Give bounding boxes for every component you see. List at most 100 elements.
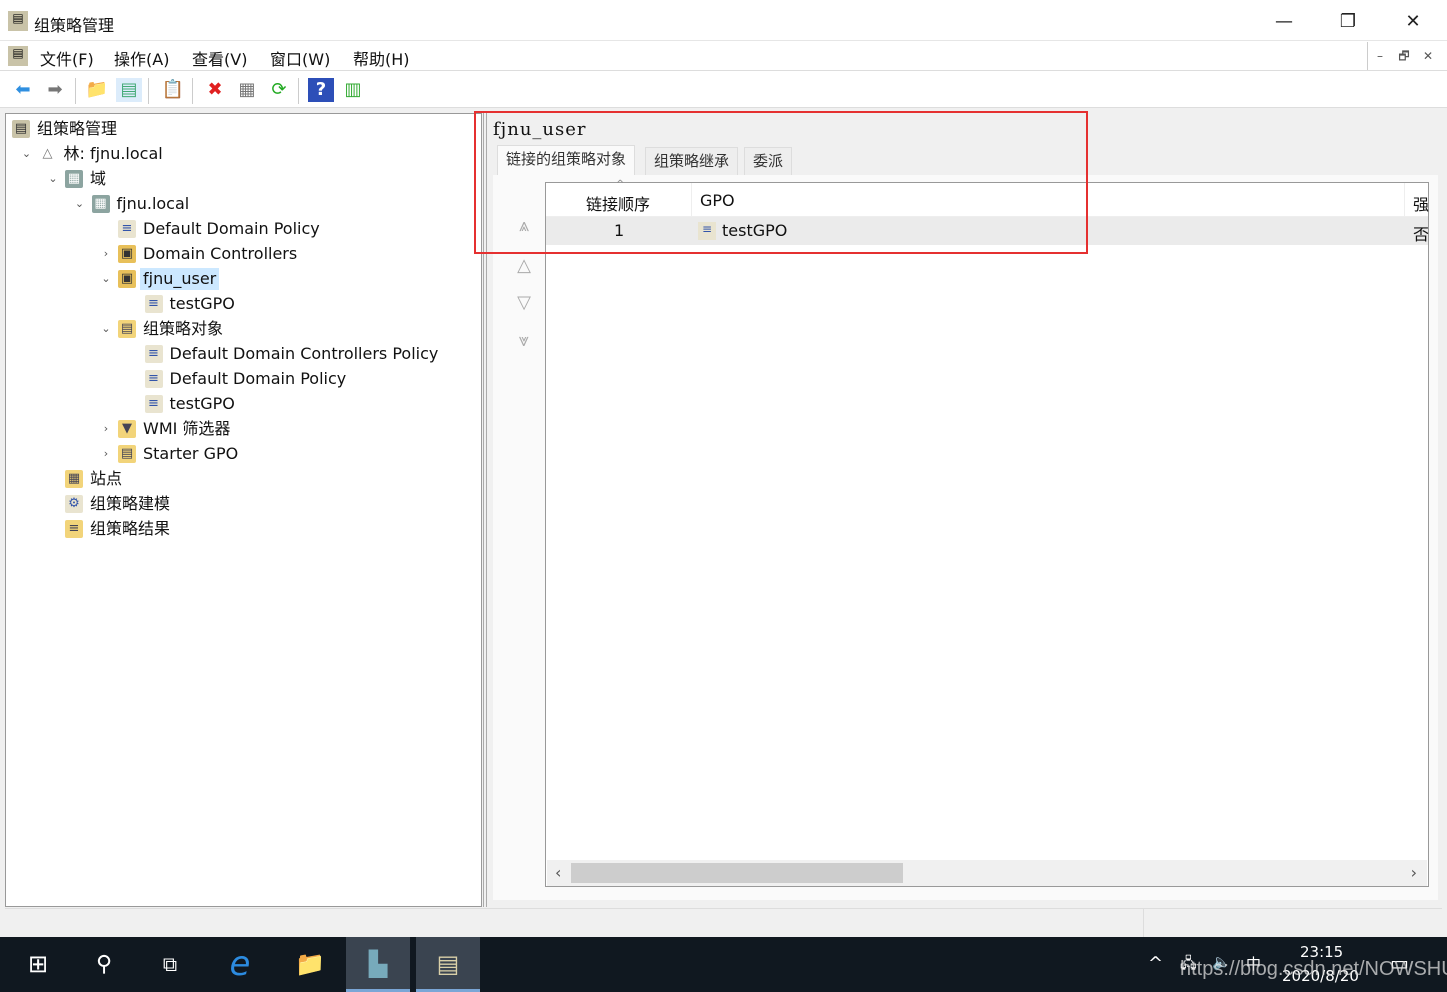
fold-icon: ≡ — [65, 520, 83, 538]
chevron-down-icon[interactable]: ⌄ — [21, 143, 33, 165]
server-manager-button[interactable]: ▙ — [346, 937, 410, 992]
fold-icon: ▦ — [65, 470, 83, 488]
tree-node-label: testGPO — [169, 294, 235, 313]
tree-node[interactable]: ▦ 站点 — [6, 468, 476, 490]
fold-icon: ▼ — [118, 420, 136, 438]
tree-node-label: Domain Controllers — [143, 244, 298, 263]
up-folder-icon[interactable]: 📁 — [84, 78, 110, 102]
tree-node[interactable]: ≡ Default Domain Policy — [6, 368, 476, 390]
gpm-icon: ▤ — [12, 120, 30, 138]
action-pane-icon[interactable]: ▥ — [340, 78, 366, 102]
tree-node[interactable]: ≡ 组策略结果 — [6, 518, 476, 540]
scrollbar-thumb[interactable] — [571, 863, 903, 883]
tree-node[interactable]: ⌄ △ 林: fjnu.local — [6, 143, 476, 165]
help-icon[interactable]: ? — [308, 78, 334, 102]
forest-icon: △ — [42, 146, 53, 161]
back-icon[interactable]: ⬅ — [10, 78, 36, 102]
start-button[interactable]: ⊞ — [6, 937, 70, 992]
dom-icon: ▦ — [91, 195, 110, 213]
chevron-right-icon[interactable]: › — [100, 243, 112, 265]
tree-node-label: Default Domain Policy — [143, 219, 320, 238]
chevron-right-icon[interactable]: › — [100, 443, 112, 465]
tree-node-label: 域 — [90, 169, 107, 188]
tree-node-label: Starter GPO — [143, 444, 239, 463]
cell-enforced: 否 — [1413, 225, 1430, 244]
minimize-button[interactable]: — — [1264, 8, 1304, 36]
maximize-button[interactable]: ❐ — [1328, 8, 1368, 36]
search-button[interactable]: ⚲ — [72, 937, 136, 992]
fold-icon: ▤ — [118, 320, 136, 338]
menu-action[interactable]: 操作(A) — [114, 46, 169, 70]
tree-node[interactable]: ⌄ ▦ 域 — [6, 168, 476, 190]
highlight-box — [474, 111, 1088, 254]
gpm-taskbar-button[interactable]: ▤ — [416, 937, 480, 992]
gpo-icon: ≡ — [144, 345, 163, 363]
file-explorer-button[interactable]: 📁 — [278, 937, 342, 992]
menu-bar: ▤ 文件(F) 操作(A) 查看(V) 窗口(W) 帮助(H) — [0, 40, 1447, 71]
scroll-left-button[interactable]: ‹ — [555, 863, 561, 882]
tree-node[interactable]: ▤ 组策略管理 — [6, 118, 476, 140]
system-menu-icon[interactable]: ▤ — [8, 46, 28, 66]
clipboard-icon[interactable]: 📋 — [160, 78, 186, 102]
tree-node[interactable]: ⌄ ▤ 组策略对象 — [6, 318, 476, 340]
tree-node[interactable]: ⚙ 组策略建模 — [6, 493, 476, 515]
gpo-icon: ≡ — [144, 395, 163, 413]
delete-icon[interactable]: ✖ — [202, 78, 228, 102]
forward-icon[interactable]: ➡ — [42, 78, 68, 102]
tree-node[interactable]: ⌄ ▣ fjnu_user — [6, 268, 476, 290]
move-up-icon[interactable]: △ — [513, 255, 535, 276]
gpo-icon: ≡ — [118, 220, 136, 238]
ie-button[interactable]: e — [208, 937, 272, 992]
tree-node-label: 站点 — [90, 469, 123, 488]
chevron-down-icon[interactable]: ⌄ — [47, 168, 59, 190]
tree-node[interactable]: › ▤ Starter GPO — [6, 443, 476, 465]
chevron-down-icon[interactable]: ⌄ — [100, 268, 112, 290]
gpo-icon: ≡ — [144, 370, 163, 388]
fold-icon: ▤ — [118, 445, 136, 463]
toolbar-separator — [192, 78, 193, 104]
mdi-minimize-button[interactable]: – — [1368, 42, 1392, 70]
show-hide-tree-icon[interactable]: ▤ — [116, 78, 142, 102]
mdi-close-button[interactable]: ✕ — [1416, 42, 1440, 70]
tree-node[interactable]: › ▼ WMI 筛选器 — [6, 418, 476, 440]
tree-node[interactable]: ≡ testGPO — [6, 393, 476, 415]
tray-expand-icon[interactable]: ^ — [1148, 953, 1163, 974]
chevron-right-icon[interactable]: › — [100, 418, 112, 440]
menu-help[interactable]: 帮助(H) — [353, 46, 410, 70]
linked-gpo-list: ^ 链接顺序 GPO 强 1 ≡ testGPO 否 ‹ › — [545, 179, 1430, 887]
mdi-controls: – 🗗 ✕ — [1367, 42, 1443, 70]
tree-node[interactable]: ⌄ ▦ fjnu.local — [6, 193, 476, 215]
menu-view[interactable]: 查看(V) — [192, 46, 247, 70]
tree-node-label: fjnu_user — [140, 268, 220, 290]
tree-node[interactable]: ≡ Default Domain Controllers Policy — [6, 343, 476, 365]
scroll-right-button[interactable]: › — [1411, 863, 1417, 882]
move-down-icon[interactable]: ▽ — [513, 292, 535, 313]
chevron-down-icon[interactable]: ⌄ — [74, 193, 86, 215]
tree-node-label: 组策略对象 — [143, 319, 224, 338]
move-bottom-icon[interactable]: ⩔ — [513, 330, 535, 351]
task-view-button[interactable]: ⧉ — [138, 937, 202, 992]
horizontal-scrollbar[interactable]: ‹ › — [547, 860, 1427, 886]
window-title: 组策略管理 — [34, 16, 115, 35]
tree-node-label: 组策略管理 — [37, 119, 118, 138]
toolbar-separator — [75, 78, 76, 104]
ou-icon: ▣ — [118, 270, 136, 288]
tab-panel: ⩓ △ ▽ ⩔ ^ 链接顺序 GPO 强 1 ≡ testGPO 否 ‹ › — [493, 175, 1438, 900]
tree-node[interactable]: ≡ Default Domain Policy — [6, 218, 476, 240]
tree-node-label: 组策略建模 — [90, 494, 171, 513]
properties-icon[interactable]: ▦ — [234, 78, 260, 102]
toolbar: ⬅ ➡ 📁 ▤ 📋 ✖ ▦ ⟳? ▥ — [0, 72, 1447, 108]
tree-node[interactable]: › ▣ Domain Controllers — [6, 243, 476, 265]
mdi-restore-button[interactable]: 🗗 — [1392, 42, 1416, 70]
title-bar: ▤ 组策略管理 — ❐ ✕ — [0, 0, 1447, 40]
tree-node-label: 组策略结果 — [90, 519, 171, 538]
menu-window[interactable]: 窗口(W) — [270, 46, 330, 70]
app-icon: ▤ — [8, 11, 28, 31]
tree-node-label: fjnu.local — [116, 194, 190, 213]
close-button[interactable]: ✕ — [1393, 8, 1433, 36]
column-enforced[interactable]: 强 — [1413, 191, 1429, 215]
menu-file[interactable]: 文件(F) — [40, 46, 94, 70]
refresh-icon[interactable]: ⟳ — [266, 78, 292, 102]
chevron-down-icon[interactable]: ⌄ — [100, 318, 112, 340]
tree-node[interactable]: ≡ testGPO — [6, 293, 476, 315]
